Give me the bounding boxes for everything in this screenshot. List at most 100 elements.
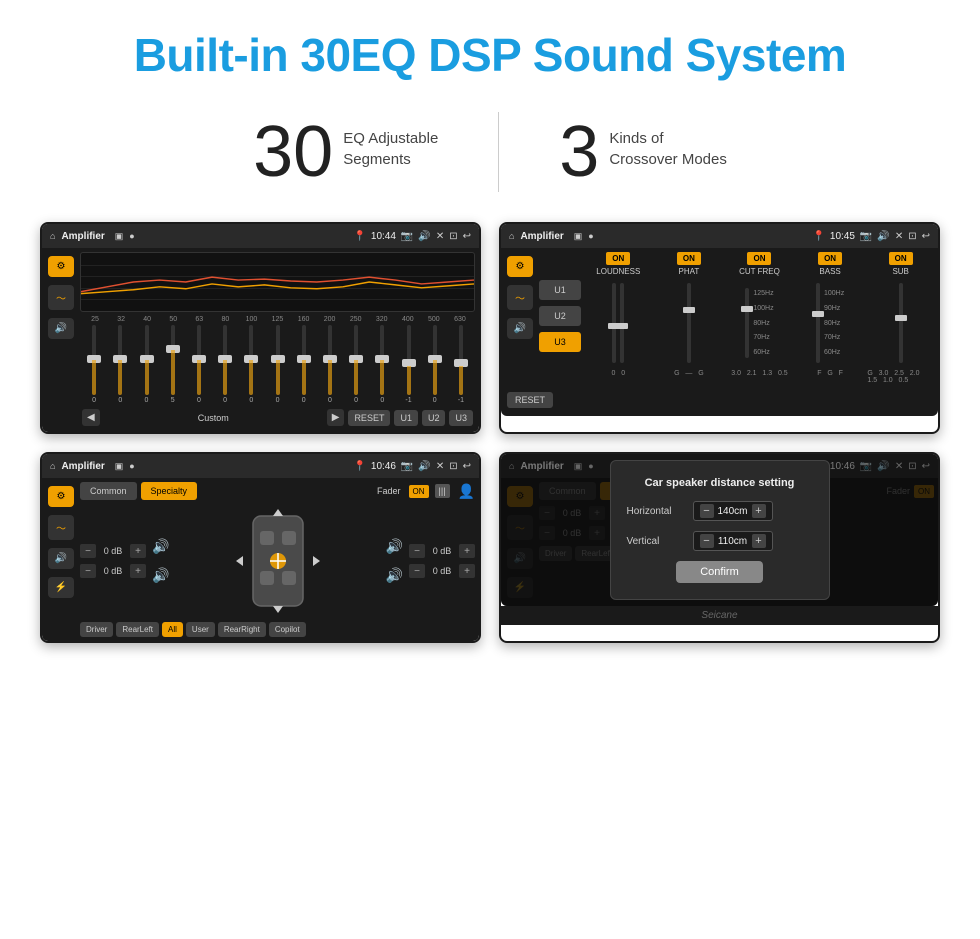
cutfreq-on-badge[interactable]: ON <box>747 252 771 265</box>
close-icon-2[interactable]: ✕ <box>895 231 903 242</box>
eq-u3-button[interactable]: U3 <box>449 410 473 426</box>
dsp-u3-button[interactable]: U3 <box>539 332 581 352</box>
eq-track-9[interactable] <box>328 325 332 395</box>
eq-slider-4: 0 <box>187 325 211 405</box>
cutfreq-label: CUT FREQ <box>739 267 780 276</box>
speaker-icons-left: 🔊 🔊 <box>152 538 169 584</box>
back-icon[interactable]: ↩ <box>463 231 471 242</box>
bass-label: BASS <box>819 267 840 276</box>
home-icon-2[interactable]: ⌂ <box>509 231 514 241</box>
loudness-label: LOUDNESS <box>596 267 640 276</box>
back-icon-2[interactable]: ↩ <box>922 231 930 242</box>
location-icon: 📍 <box>353 231 365 242</box>
zone-rearleft[interactable]: RearLeft <box>116 622 159 637</box>
screen2-wrapper: ⌂ Amplifier ▣ ● 📍 10:45 📷 🔊 ✕ ⊡ ↩ <box>499 222 940 434</box>
eq-track-8[interactable] <box>302 325 306 395</box>
eq-u1-button[interactable]: U1 <box>394 410 418 426</box>
vol-plus-br[interactable]: + <box>459 564 475 578</box>
speaker-icon-3: 🔊 <box>418 461 430 472</box>
spec-eq-btn[interactable]: ⚙ <box>48 486 74 507</box>
eq-next-button[interactable]: ▶ <box>327 409 345 426</box>
camera-icon-2: 📷 <box>860 231 872 242</box>
horizontal-value: 140cm <box>718 506 748 517</box>
eq-sidebar-speaker[interactable]: 🔊 <box>48 318 74 339</box>
vol-plus-tl[interactable]: + <box>130 544 146 558</box>
screen1-eq: ⌂ Amplifier ▣ ● 📍 10:44 📷 🔊 ✕ ⊡ ↩ <box>42 224 479 432</box>
dsp-u1-button[interactable]: U1 <box>539 280 581 300</box>
eq-sidebar-wave[interactable]: 〜 <box>48 285 74 310</box>
eq-sidebar-equalizer[interactable]: ⚙ <box>48 256 74 277</box>
sub-on-badge[interactable]: ON <box>889 252 913 265</box>
screen3-specialty: ⌂ Amplifier ▣ ● 📍 10:46 📷 🔊 ✕ ⊡ ↩ <box>42 454 479 641</box>
speaker-distance-dialog: Car speaker distance setting Horizontal … <box>610 460 830 600</box>
zone-all[interactable]: All <box>162 622 183 637</box>
vertical-plus-btn[interactable]: + <box>752 534 766 548</box>
eq-track-14[interactable] <box>459 325 463 395</box>
screen3-time: 10:46 <box>371 461 396 472</box>
horizontal-minus-btn[interactable]: − <box>700 504 714 518</box>
loudness-on-badge[interactable]: ON <box>606 252 630 265</box>
spec-speaker-btn[interactable]: 🔊 <box>48 548 74 569</box>
dsp-eq-btn[interactable]: ⚙ <box>507 256 533 277</box>
fader-slider-icon: ||| <box>435 484 450 498</box>
eq-sidebar: ⚙ 〜 🔊 <box>46 252 76 428</box>
stat-crossover-modes: 3 Kinds of Crossover Modes <box>499 116 787 188</box>
dsp-channel-bass: ON BASS 100Hz 90Hz 80Hz 70Hz <box>797 252 864 384</box>
car-diagram-svg <box>233 506 323 616</box>
eq-slider-1: 0 <box>108 325 132 405</box>
screen2-title: Amplifier <box>520 231 563 242</box>
eq-track-6[interactable] <box>249 325 253 395</box>
spec-bt-btn[interactable]: ⚡ <box>48 577 74 598</box>
vol-plus-bl[interactable]: + <box>130 564 146 578</box>
dsp-wave-btn[interactable]: 〜 <box>507 285 533 310</box>
horizontal-plus-btn[interactable]: + <box>752 504 766 518</box>
screen2-icon1: ▣ <box>574 231 583 242</box>
eq-track-1[interactable] <box>118 325 122 395</box>
eq-u2-button[interactable]: U2 <box>422 410 446 426</box>
eq-reset-button[interactable]: RESET <box>348 410 390 426</box>
eq-track-5[interactable] <box>223 325 227 395</box>
dsp-reset-button[interactable]: RESET <box>507 392 553 408</box>
common-tab[interactable]: Common <box>80 482 137 500</box>
speaker-icon-br: 🔊 <box>386 567 403 584</box>
camera-icon: 📷 <box>401 231 413 242</box>
vertical-minus-btn[interactable]: − <box>700 534 714 548</box>
zone-copilot[interactable]: Copilot <box>269 622 306 637</box>
screen2-right-icons: 📍 10:45 📷 🔊 ✕ ⊡ ↩ <box>812 231 930 242</box>
close-icon[interactable]: ✕ <box>436 231 444 242</box>
eq-track-10[interactable] <box>354 325 358 395</box>
eq-track-2[interactable] <box>145 325 149 395</box>
dsp-u2-button[interactable]: U2 <box>539 306 581 326</box>
vol-plus-tr[interactable]: + <box>459 544 475 558</box>
dsp-speaker-btn[interactable]: 🔊 <box>507 318 533 339</box>
screen1-wrapper: ⌂ Amplifier ▣ ● 📍 10:44 📷 🔊 ✕ ⊡ ↩ <box>40 222 481 434</box>
eq-prev-button[interactable]: ◀ <box>82 409 100 426</box>
eq-track-13[interactable] <box>433 325 437 395</box>
spec-wave-btn[interactable]: 〜 <box>48 515 74 540</box>
confirm-button[interactable]: Confirm <box>676 561 763 583</box>
eq-track-4[interactable] <box>197 325 201 395</box>
close-icon-3[interactable]: ✕ <box>436 461 444 472</box>
user-profile-icon[interactable]: 👤 <box>458 483 475 500</box>
home-icon[interactable]: ⌂ <box>50 231 55 241</box>
phat-on-badge[interactable]: ON <box>677 252 701 265</box>
zone-user[interactable]: User <box>186 622 215 637</box>
eq-track-12[interactable] <box>407 325 411 395</box>
eq-track-0[interactable] <box>92 325 96 395</box>
bass-on-badge[interactable]: ON <box>818 252 842 265</box>
zone-driver[interactable]: Driver <box>80 622 113 637</box>
screen3-wrapper: ⌂ Amplifier ▣ ● 📍 10:46 📷 🔊 ✕ ⊡ ↩ <box>40 452 481 643</box>
vol-minus-br[interactable]: − <box>409 564 425 578</box>
eq-track-7[interactable] <box>276 325 280 395</box>
stat-eq-segments: 30 EQ Adjustable Segments <box>193 116 498 188</box>
eq-track-3[interactable] <box>171 325 175 395</box>
specialty-tab[interactable]: Specialty <box>141 482 198 500</box>
zone-rearright[interactable]: RearRight <box>218 622 266 637</box>
back-icon-3[interactable]: ↩ <box>463 461 471 472</box>
vol-minus-bl[interactable]: − <box>80 564 96 578</box>
home-icon-3[interactable]: ⌂ <box>50 461 55 471</box>
vol-minus-tr[interactable]: − <box>409 544 425 558</box>
fader-on-badge[interactable]: ON <box>409 485 429 498</box>
eq-track-11[interactable] <box>380 325 384 395</box>
vol-minus-tl[interactable]: − <box>80 544 96 558</box>
